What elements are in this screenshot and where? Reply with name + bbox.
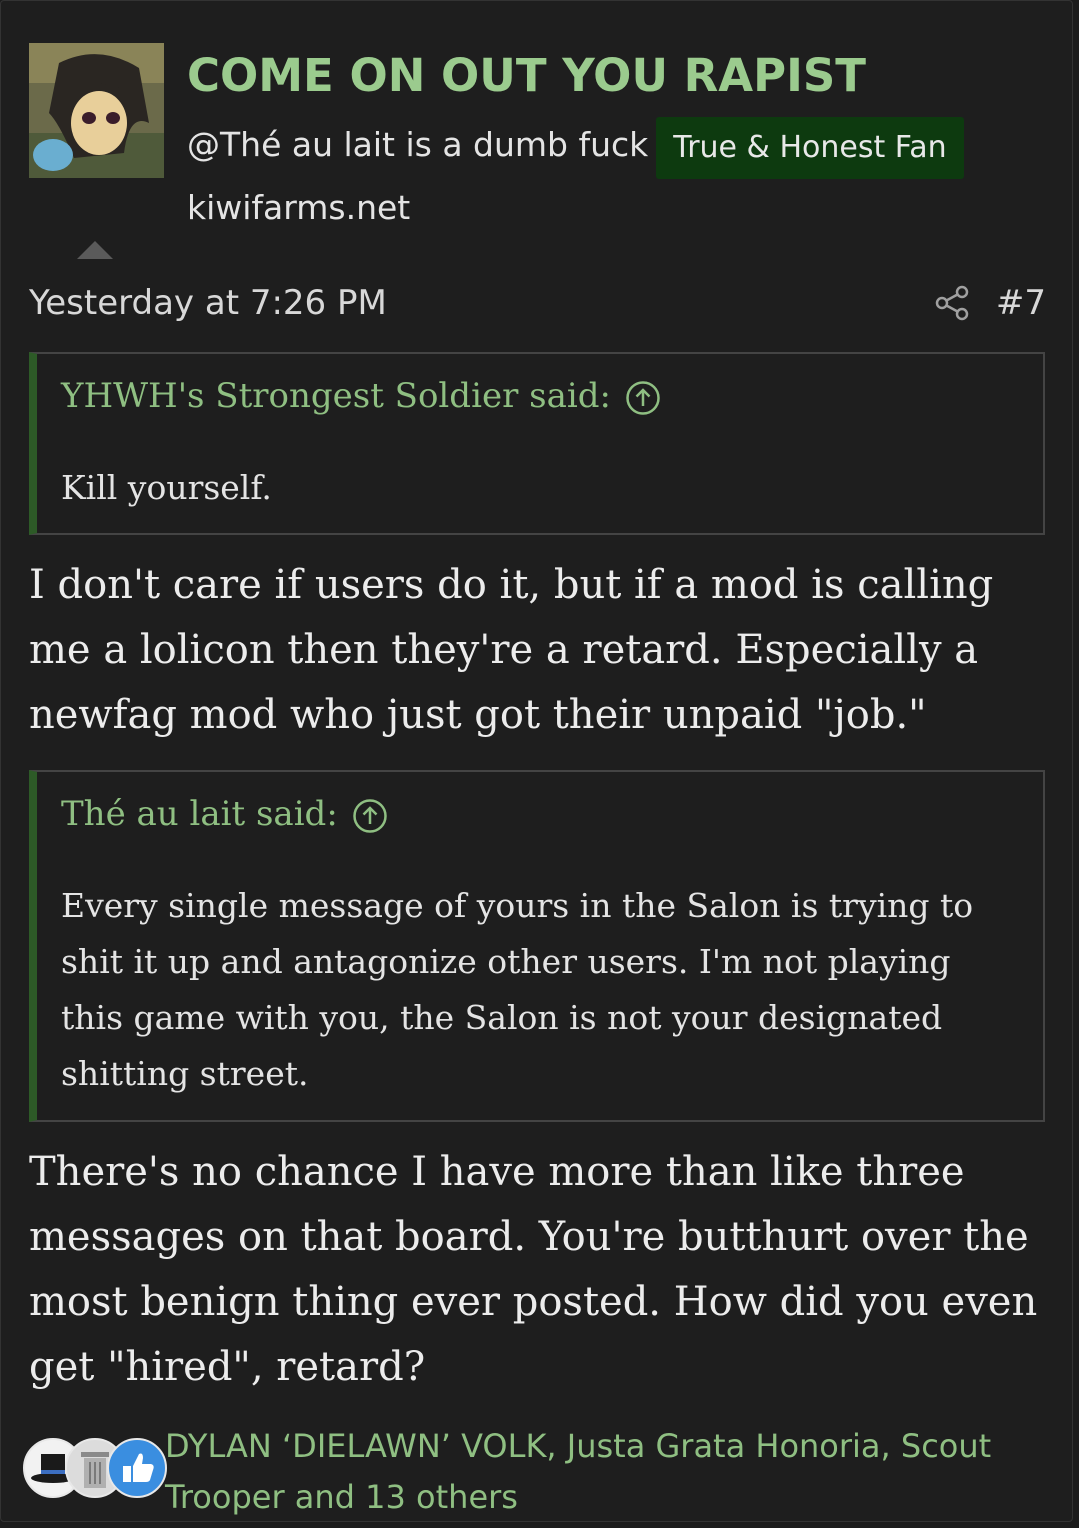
username[interactable]: COME ON OUT YOU RAPIST	[187, 49, 866, 102]
quote-text: Kill yourself.	[61, 468, 272, 507]
post-paragraph: There's no chance I have more than like …	[29, 1149, 1038, 1390]
jump-to-quote-icon[interactable]	[352, 798, 388, 834]
quote-text: Every single message of yours in the Sal…	[61, 886, 974, 1093]
quote-attribution[interactable]: Thé au lait said:	[61, 794, 388, 834]
user-title: @Thé au lait is a dumb fuck	[187, 125, 649, 164]
forum-post: COME ON OUT YOU RAPIST @Thé au lait is a…	[0, 0, 1073, 1522]
reaction-users-link[interactable]: DYLAN ‘DIELAWN’ VOLK, Justa Grata Honori…	[165, 1421, 1045, 1523]
user-rank-badge: True & Honest Fan	[656, 117, 964, 179]
thumbs-up-reaction-icon	[107, 1438, 167, 1498]
user-website: kiwifarms.net	[187, 188, 411, 227]
user-avatar[interactable]	[29, 43, 164, 178]
quote-block: Thé au lait said: Every single message o…	[29, 770, 1045, 1122]
post-paragraph: I don't care if users do it, but if a mo…	[29, 562, 994, 738]
post-timestamp[interactable]: Yesterday at 7:26 PM	[29, 283, 387, 323]
quote-author-line: Thé au lait said:	[61, 794, 338, 834]
reaction-icons[interactable]	[23, 1438, 167, 1502]
collapse-arrow-icon[interactable]	[77, 241, 113, 259]
quote-author-line: YHWH's Strongest Soldier said:	[61, 376, 611, 416]
post-number[interactable]: #7	[996, 283, 1046, 323]
quote-attribution[interactable]: YHWH's Strongest Soldier said:	[61, 376, 661, 416]
share-icon[interactable]	[934, 285, 970, 321]
jump-to-quote-icon[interactable]	[625, 380, 661, 416]
quote-block: YHWH's Strongest Soldier said: Kill your…	[29, 352, 1045, 535]
